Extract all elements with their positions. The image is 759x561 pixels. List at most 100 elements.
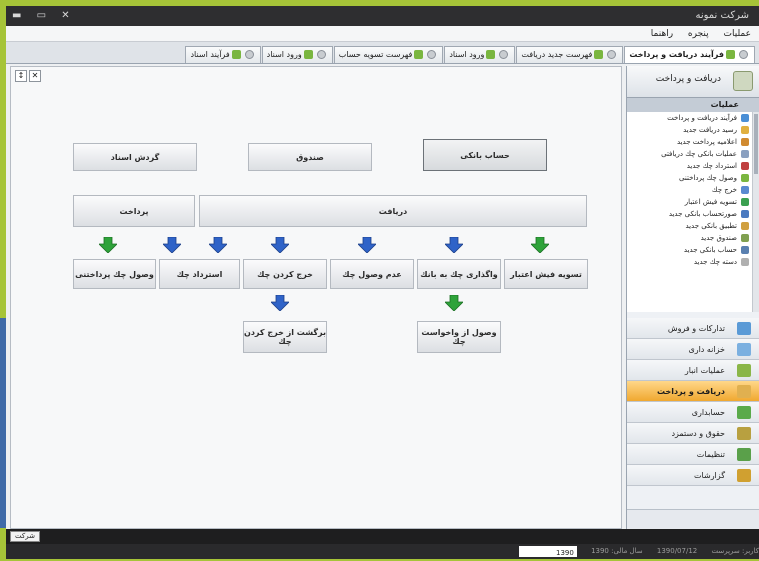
chequebook-icon bbox=[741, 258, 749, 266]
status-user: کاربر: سرپرست bbox=[711, 547, 759, 555]
sidebar-scrollbar[interactable] bbox=[752, 112, 759, 312]
receive-pay-icon bbox=[737, 385, 751, 398]
menu-help[interactable]: راهنما bbox=[651, 26, 673, 42]
sidebar-item-collect[interactable]: وصول چك پرداختنی bbox=[627, 172, 749, 184]
section-reports[interactable]: گزارشات bbox=[627, 465, 759, 486]
sidebar-item-new-payment[interactable]: اعلاميه پرداخت جديد bbox=[627, 136, 749, 148]
workflow-canvas: ↕ ✕ حساب بانكی صندوق گردش اسناد دريافت پ… bbox=[10, 66, 622, 529]
module-section-list: تداركات و فروش خزانه داری عمليات انبار د… bbox=[627, 318, 759, 486]
collect-protested-cheque-node[interactable]: وصول از واخواست چك bbox=[417, 321, 501, 353]
window-title: شركت نمونه bbox=[695, 10, 749, 21]
return-icon bbox=[741, 162, 749, 170]
close-panel-button[interactable]: ✕ bbox=[29, 70, 41, 82]
assign-cheque-to-bank-node[interactable]: واگذاری چك به بانك bbox=[417, 259, 501, 289]
section-trade-sales[interactable]: تداركات و فروش bbox=[627, 318, 759, 339]
cheque-not-collected-node[interactable]: عدم وصول چك bbox=[330, 259, 414, 289]
cash-desk-node[interactable]: صندوق bbox=[248, 143, 372, 171]
payment-icon bbox=[741, 138, 749, 146]
menu-operations[interactable]: عمليات bbox=[724, 26, 751, 42]
status-year-field[interactable]: 1390 bbox=[518, 546, 577, 557]
down-arrow-icon bbox=[99, 237, 117, 253]
tab-icon bbox=[414, 50, 424, 59]
warehouse-icon bbox=[737, 364, 751, 377]
section-warehouse[interactable]: عمليات انبار bbox=[627, 360, 759, 381]
section-receive-pay[interactable]: دريافت و پرداخت bbox=[627, 381, 759, 402]
close-icon[interactable] bbox=[607, 50, 617, 59]
bank-account-node[interactable]: حساب بانكی bbox=[423, 139, 547, 171]
menu-window[interactable]: پنجره bbox=[688, 26, 709, 42]
tab-documents-entry-2[interactable]: ورود اسناد bbox=[261, 46, 333, 63]
return-spent-cheque-node[interactable]: برگشت از خرج كردن چك bbox=[243, 321, 327, 353]
down-arrow-icon bbox=[358, 237, 376, 253]
sidebar-item-new-receipt[interactable]: رسيد دريافت جديد bbox=[627, 124, 749, 136]
application-window: ▬ ▭ ✕ شركت نمونه عمليات پنجره راهنما فرآ… bbox=[6, 6, 759, 559]
pin-button[interactable]: ↕ bbox=[15, 70, 27, 82]
sidebar-item-process[interactable]: فرآيند دريافت و پرداخت bbox=[627, 112, 749, 124]
tab-documents-entry[interactable]: ورود اسناد bbox=[444, 46, 516, 63]
receive-category[interactable]: دريافت bbox=[199, 195, 587, 227]
settle-icon bbox=[741, 198, 749, 206]
tab-documents-process[interactable]: فرآيند اسناد bbox=[185, 46, 261, 63]
trade-icon bbox=[737, 322, 751, 335]
sidebar-item-new-return[interactable]: استرداد چك جديد bbox=[627, 160, 749, 172]
scrollbar-thumb[interactable] bbox=[754, 114, 758, 174]
bank-icon bbox=[741, 150, 749, 158]
status-bar: کاربر: سرپرست 1390/07/12 سال مالی: 1390 … bbox=[6, 544, 759, 559]
settle-credit-slip-node[interactable]: تسويه فيش اعتبار bbox=[504, 259, 588, 289]
close-icon[interactable] bbox=[499, 50, 509, 59]
cheque-icon bbox=[741, 186, 749, 194]
sidebar-item-statement[interactable]: صورتحساب بانكی جديد bbox=[627, 208, 749, 220]
sidebar-item-new-chequebook[interactable]: دسته چك جديد bbox=[627, 256, 749, 268]
down-arrow-icon bbox=[445, 295, 463, 311]
spend-cheque-node[interactable]: خرج كردن چك bbox=[243, 259, 327, 289]
sidebar-item-bank-ops[interactable]: عمليات بانكی چك دريافتی bbox=[627, 148, 749, 160]
close-icon[interactable] bbox=[427, 50, 437, 59]
status-date: 1390/07/12 bbox=[656, 547, 698, 555]
tab-icon bbox=[594, 50, 604, 59]
sidebar-operations-list: فرآيند دريافت و پرداخت رسيد دريافت جديد … bbox=[627, 112, 753, 312]
section-settings[interactable]: تنظيمات bbox=[627, 444, 759, 465]
document-flow-node[interactable]: گردش اسناد bbox=[73, 143, 197, 171]
sidebar-group-operations[interactable]: عمليات bbox=[627, 98, 759, 112]
sidebar-item-settle[interactable]: تسويه فيش اعتبار bbox=[627, 196, 749, 208]
document-tab-bar: فرآيند دريافت و پرداختفهرست جديد دريافتو… bbox=[6, 42, 759, 64]
sidebar-header: دريافت و پرداخت bbox=[627, 66, 759, 98]
process-icon bbox=[741, 114, 749, 122]
section-payroll[interactable]: حقوق و دستمزد bbox=[627, 423, 759, 444]
close-icon[interactable] bbox=[244, 50, 254, 59]
tab-icon bbox=[303, 50, 313, 59]
sidebar-item-spend[interactable]: خرج چك bbox=[627, 184, 749, 196]
account-icon bbox=[741, 246, 749, 254]
collect-payable-cheque-node[interactable]: وصول چك پرداختنی bbox=[73, 259, 156, 289]
return-cheque-node[interactable]: استرداد چك bbox=[159, 259, 240, 289]
tab-icon bbox=[726, 50, 735, 59]
navigation-sidebar: دريافت و پرداخت عمليات فرآيند دريافت و پ… bbox=[626, 66, 759, 529]
tab-new-receipt-list[interactable]: فهرست جديد دريافت bbox=[516, 46, 624, 63]
pay-category[interactable]: پرداخت bbox=[73, 195, 195, 227]
module-icon bbox=[733, 71, 753, 91]
receipt-icon bbox=[741, 126, 749, 134]
down-arrow-icon bbox=[209, 237, 227, 253]
down-arrow-icon bbox=[445, 237, 463, 253]
sidebar-item-reconcile[interactable]: تطبيق بانكی جديد bbox=[627, 220, 749, 232]
down-arrow-icon bbox=[271, 295, 289, 311]
title-bar: ▬ ▭ ✕ شركت نمونه bbox=[6, 6, 759, 26]
tab-settlement-list[interactable]: فهرست تسويه حساب bbox=[333, 46, 444, 63]
section-accounting[interactable]: حسابداری bbox=[627, 402, 759, 423]
tab-receive-pay-process[interactable]: فرآيند دريافت و پرداخت bbox=[624, 46, 755, 63]
sidebar-footer[interactable] bbox=[627, 509, 759, 529]
down-arrow-icon bbox=[163, 237, 181, 253]
window-controls[interactable]: ▬ ▭ ✕ bbox=[12, 10, 76, 21]
close-icon[interactable] bbox=[739, 50, 748, 59]
company-doc-tab[interactable]: شركت bbox=[10, 531, 40, 542]
sidebar-item-new-cash[interactable]: صندوق جديد bbox=[627, 232, 749, 244]
close-icon[interactable] bbox=[316, 50, 326, 59]
menu-bar: عمليات پنجره راهنما bbox=[6, 26, 759, 42]
status-fiscal-year: سال مالی: 1390 bbox=[591, 547, 643, 555]
tab-icon bbox=[231, 50, 241, 59]
collect-icon bbox=[741, 174, 749, 182]
document-switcher: شركت bbox=[6, 529, 759, 544]
section-treasury[interactable]: خزانه داری bbox=[627, 339, 759, 360]
sidebar-item-new-account[interactable]: حساب بانكی جديد bbox=[627, 244, 749, 256]
reports-icon bbox=[737, 469, 751, 482]
